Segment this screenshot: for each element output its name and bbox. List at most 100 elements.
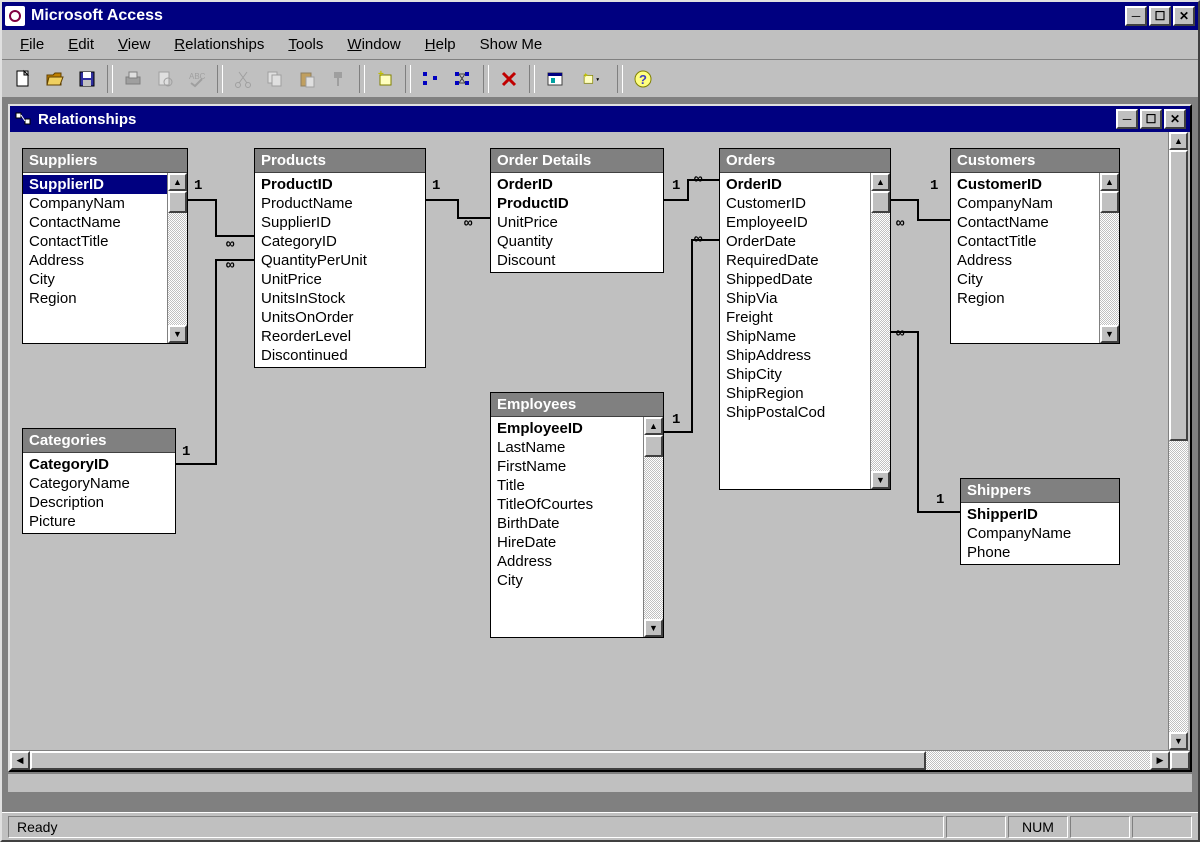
table-header[interactable]: Orders: [720, 149, 890, 173]
field-item[interactable]: ShipperID: [961, 505, 1119, 524]
field-item[interactable]: ProductID: [255, 175, 425, 194]
field-item[interactable]: QuantityPerUnit: [255, 251, 425, 270]
help-icon[interactable]: ?: [628, 64, 658, 94]
field-item[interactable]: ReorderLevel: [255, 327, 425, 346]
field-item[interactable]: FirstName: [491, 457, 643, 476]
field-item[interactable]: Address: [491, 552, 643, 571]
field-item[interactable]: City: [23, 270, 167, 289]
field-item[interactable]: CategoryID: [255, 232, 425, 251]
field-item[interactable]: Address: [23, 251, 167, 270]
field-item[interactable]: EmployeeID: [720, 213, 870, 232]
menu-showme[interactable]: Show Me: [470, 33, 553, 56]
field-item[interactable]: ProductName: [255, 194, 425, 213]
field-item[interactable]: City: [491, 571, 643, 590]
field-item[interactable]: OrderDate: [720, 232, 870, 251]
inner-minimize-button[interactable]: ─: [1116, 109, 1138, 129]
menu-tools[interactable]: Tools: [278, 33, 333, 56]
menu-help[interactable]: Help: [415, 33, 466, 56]
scrollbar[interactable]: ▲▼: [167, 173, 187, 343]
scrollbar[interactable]: ▲▼: [1099, 173, 1119, 343]
field-item[interactable]: Address: [951, 251, 1099, 270]
field-item[interactable]: ShipAddress: [720, 346, 870, 365]
field-item[interactable]: ShippedDate: [720, 270, 870, 289]
field-item[interactable]: CompanyName: [961, 524, 1119, 543]
open-icon[interactable]: [40, 64, 70, 94]
table-employees[interactable]: Employees EmployeeIDLastNameFirstNameTit…: [490, 392, 664, 638]
field-item[interactable]: ShipPostalCod: [720, 403, 870, 422]
inner-hscrollbar[interactable]: ◀ ▶: [10, 750, 1190, 770]
field-item[interactable]: Region: [951, 289, 1099, 308]
field-item[interactable]: ShipRegion: [720, 384, 870, 403]
table-orders[interactable]: Orders OrderIDCustomerIDEmployeeIDOrderD…: [719, 148, 891, 490]
field-item[interactable]: CategoryID: [23, 455, 175, 474]
field-item[interactable]: Region: [23, 289, 167, 308]
field-item[interactable]: UnitsInStock: [255, 289, 425, 308]
table-header[interactable]: Shippers: [961, 479, 1119, 503]
field-item[interactable]: ProductID: [491, 194, 663, 213]
field-item[interactable]: ContactTitle: [951, 232, 1099, 251]
all-rel-icon[interactable]: [448, 64, 478, 94]
field-item[interactable]: CompanyNam: [951, 194, 1099, 213]
inner-close-button[interactable]: ✕: [1164, 109, 1186, 129]
field-item[interactable]: ContactName: [951, 213, 1099, 232]
db-window-icon[interactable]: [540, 64, 570, 94]
show-table-icon[interactable]: +: [370, 64, 400, 94]
field-item[interactable]: HireDate: [491, 533, 643, 552]
spell-icon[interactable]: ABC: [182, 64, 212, 94]
print-icon[interactable]: [118, 64, 148, 94]
field-item[interactable]: SupplierID: [255, 213, 425, 232]
table-header[interactable]: Suppliers: [23, 149, 187, 173]
table-suppliers[interactable]: Suppliers SupplierIDCompanyNamContactNam…: [22, 148, 188, 344]
field-item[interactable]: UnitPrice: [255, 270, 425, 289]
field-item[interactable]: OrderID: [491, 175, 663, 194]
table-header[interactable]: Categories: [23, 429, 175, 453]
field-item[interactable]: OrderID: [720, 175, 870, 194]
table-header[interactable]: Employees: [491, 393, 663, 417]
close-button[interactable]: ✕: [1173, 6, 1195, 26]
field-item[interactable]: ShipCity: [720, 365, 870, 384]
table-shippers[interactable]: Shippers ShipperIDCompanyNamePhone: [960, 478, 1120, 565]
field-item[interactable]: CompanyNam: [23, 194, 167, 213]
table-categories[interactable]: Categories CategoryIDCategoryNameDescrip…: [22, 428, 176, 534]
paste-icon[interactable]: [292, 64, 322, 94]
scrollbar[interactable]: ▲▼: [870, 173, 890, 489]
relationships-canvas[interactable]: 1 ∞ 1 ∞ 1 ∞ 1 ∞ 1 ∞ 1 ∞ 1 ∞ Suppliers Su…: [10, 132, 1190, 750]
format-painter-icon[interactable]: [324, 64, 354, 94]
new-icon[interactable]: [8, 64, 38, 94]
field-item[interactable]: EmployeeID: [491, 419, 643, 438]
field-item[interactable]: CustomerID: [720, 194, 870, 213]
field-item[interactable]: BirthDate: [491, 514, 643, 533]
field-item[interactable]: RequiredDate: [720, 251, 870, 270]
scrollbar[interactable]: ▲▼: [643, 417, 663, 637]
field-item[interactable]: ShipName: [720, 327, 870, 346]
cut-icon[interactable]: [228, 64, 258, 94]
table-customers[interactable]: Customers CustomerIDCompanyNamContactNam…: [950, 148, 1120, 344]
menu-window[interactable]: Window: [337, 33, 410, 56]
field-item[interactable]: Title: [491, 476, 643, 495]
menu-file[interactable]: File: [10, 33, 54, 56]
field-item[interactable]: TitleOfCourtes: [491, 495, 643, 514]
field-item[interactable]: CustomerID: [951, 175, 1099, 194]
table-header[interactable]: Products: [255, 149, 425, 173]
field-item[interactable]: ShipVia: [720, 289, 870, 308]
maximize-button[interactable]: ☐: [1149, 6, 1171, 26]
preview-icon[interactable]: [150, 64, 180, 94]
field-item[interactable]: SupplierID: [23, 175, 167, 194]
field-item[interactable]: Quantity: [491, 232, 663, 251]
field-item[interactable]: Picture: [23, 512, 175, 531]
table-header[interactable]: Customers: [951, 149, 1119, 173]
field-item[interactable]: ContactName: [23, 213, 167, 232]
field-item[interactable]: UnitPrice: [491, 213, 663, 232]
field-item[interactable]: LastName: [491, 438, 643, 457]
table-products[interactable]: Products ProductIDProductNameSupplierIDC…: [254, 148, 426, 368]
minimize-button[interactable]: ─: [1125, 6, 1147, 26]
new-object-icon[interactable]: ✦: [572, 64, 612, 94]
save-icon[interactable]: [72, 64, 102, 94]
field-item[interactable]: Discount: [491, 251, 663, 270]
menu-relationships[interactable]: Relationships: [164, 33, 274, 56]
copy-icon[interactable]: [260, 64, 290, 94]
menu-view[interactable]: View: [108, 33, 160, 56]
field-item[interactable]: Phone: [961, 543, 1119, 562]
mdi-hscrollbar[interactable]: [8, 774, 1192, 792]
table-header[interactable]: Order Details: [491, 149, 663, 173]
